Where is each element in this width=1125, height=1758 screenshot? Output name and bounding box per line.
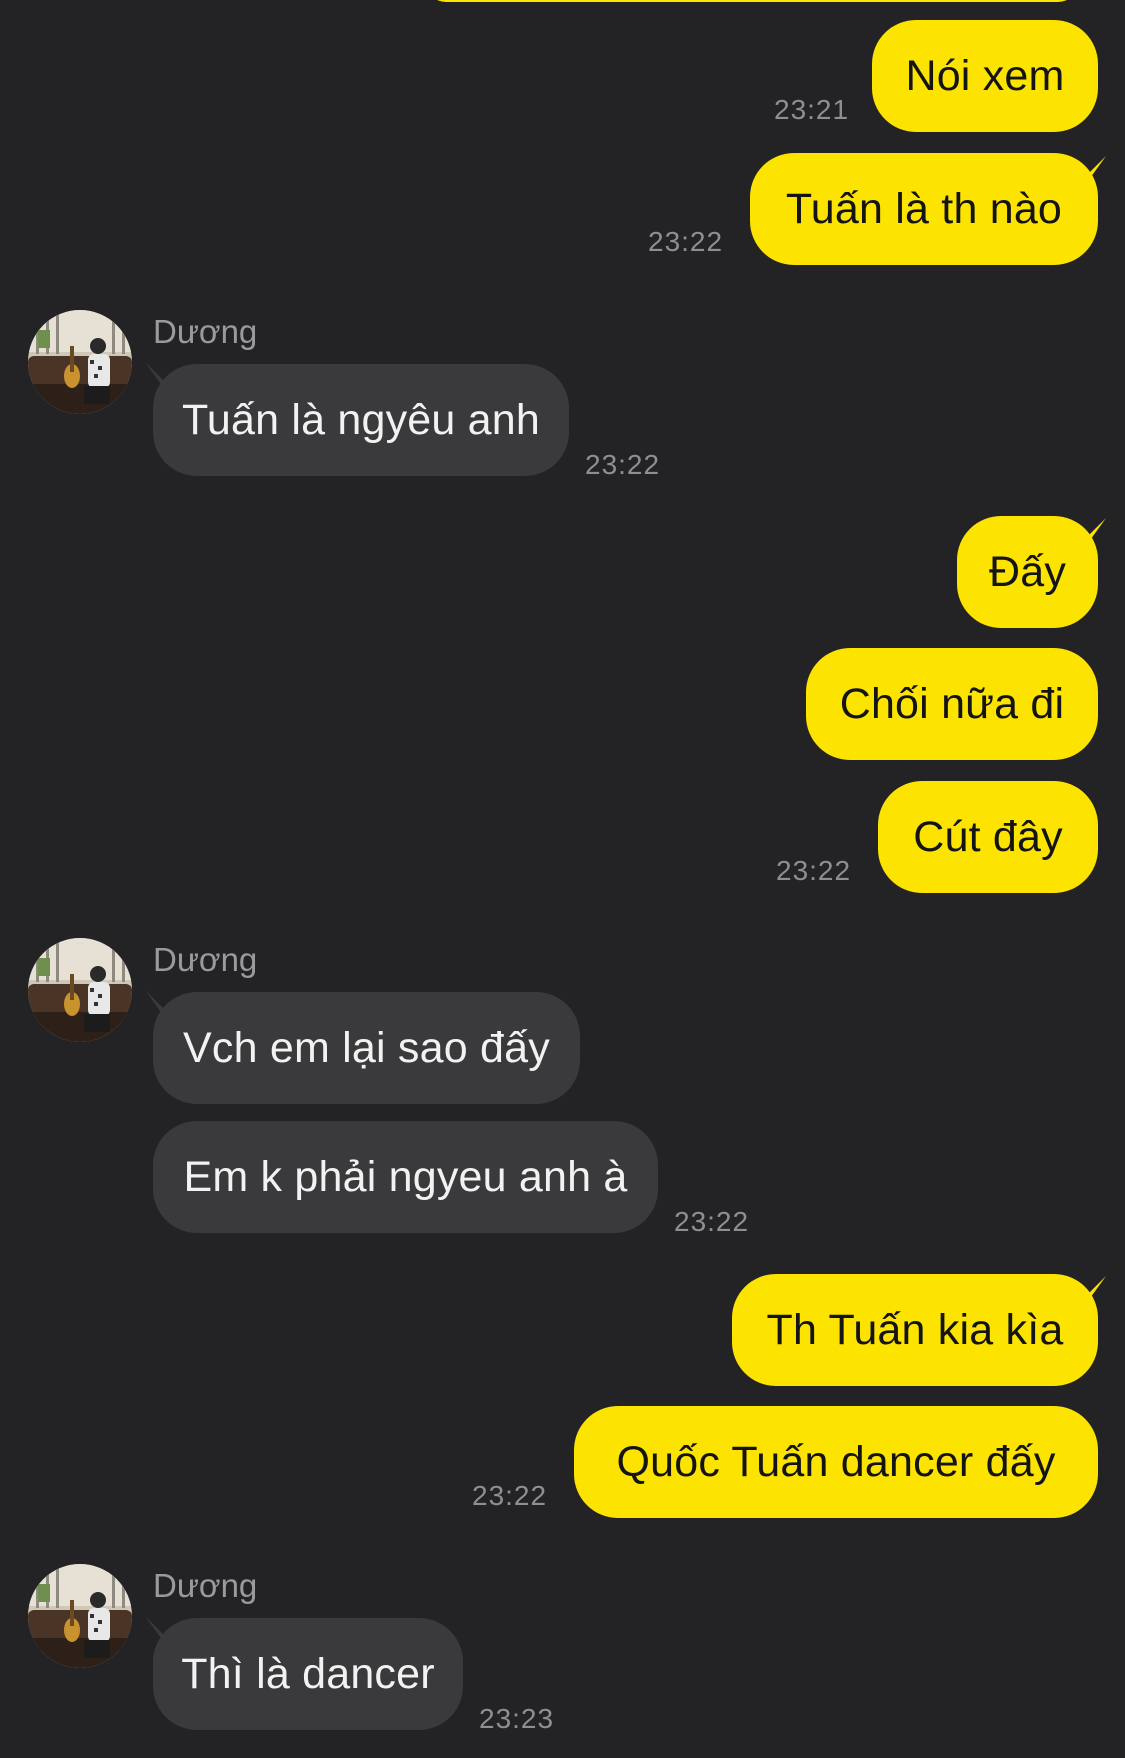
message-text: Th Tuấn kia kìa [766,1305,1064,1354]
message-timestamp: 23:22 [776,855,852,886]
avatar-photo [28,310,132,414]
outgoing-message-bubble[interactable]: Đấy [957,516,1098,628]
outgoing-message-bubble[interactable]: Tuấn là th nào [750,153,1098,265]
contact-avatar[interactable] [28,310,132,414]
sender-name: Dương [153,1567,258,1604]
incoming-message-bubble[interactable]: Thì là dancer [153,1618,463,1730]
message-text: Thì là dancer [181,1649,435,1698]
contact-avatar[interactable] [28,938,132,1042]
incoming-message-bubble[interactable]: Vch em lại sao đấy [153,992,580,1104]
message-timestamp: 23:23 [479,1703,555,1734]
message-text: Em k phải ngyeu anh à [183,1152,628,1201]
message-text: Tuấn là th nào [785,184,1063,233]
incoming-message-bubble[interactable]: Em k phải ngyeu anh à [153,1121,658,1233]
incoming-message-bubble[interactable]: Tuấn là ngyêu anh [153,364,569,476]
message-timestamp: 23:22 [472,1480,548,1511]
message-timestamp: 23:22 [585,449,661,480]
sender-name: Dương [153,941,258,978]
avatar-photo [28,1564,132,1668]
contact-avatar[interactable] [28,1564,132,1668]
outgoing-message-bubble[interactable]: Nói xem [872,20,1098,132]
outgoing-message-bubble[interactable]: Cút đây [878,781,1098,893]
sender-name: Dương [153,313,258,350]
outgoing-message-bubble[interactable]: Th Tuấn kia kìa [732,1274,1098,1386]
outgoing-message-bubble[interactable]: Quốc Tuấn dancer đấy [574,1406,1098,1518]
message-text: Tuấn là ngyêu anh [181,395,541,444]
avatar-photo [28,938,132,1042]
outgoing-message-bubble[interactable]: Chối nữa đi [806,648,1098,760]
previous-message-bubble-edge [426,0,1078,2]
message-text: Nói xem [905,51,1065,100]
message-timestamp: 23:22 [674,1206,750,1237]
message-timestamp: 23:21 [774,94,850,125]
message-text: Chối nữa đi [839,679,1065,728]
message-text: Quốc Tuấn dancer đấy [616,1437,1056,1486]
message-timestamp: 23:22 [648,226,724,257]
message-text: Cút đây [913,812,1063,861]
message-text: Đấy [988,547,1067,596]
message-text: Vch em lại sao đấy [183,1023,550,1072]
